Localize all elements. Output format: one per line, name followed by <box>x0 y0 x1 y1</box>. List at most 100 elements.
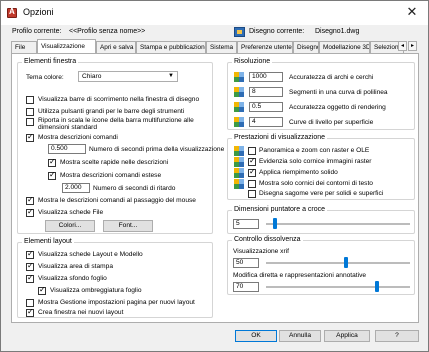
raster-frame-label: Evidenzia solo cornice immagini raster <box>259 158 372 165</box>
tema-colore-select[interactable]: Chiaro ▼ <box>78 71 178 82</box>
tab-modellazione-3d[interactable]: Modellazione 3D <box>319 41 370 53</box>
layout-model-tabs-checkbox[interactable] <box>26 249 34 259</box>
annulla-button[interactable]: Annulla <box>279 330 321 342</box>
ribbon-icons-checkbox[interactable] <box>26 118 34 126</box>
layout-model-tabs-label: Visualizza schede Layout e Modello <box>38 251 143 258</box>
xref-fade-slider-thumb[interactable] <box>344 257 349 268</box>
printable-area-checkbox[interactable] <box>26 261 34 271</box>
polyline-segments-input[interactable]: 8 <box>249 87 283 97</box>
close-icon[interactable]: ✕ <box>404 4 420 20</box>
polyline-segments-icon <box>234 87 244 97</box>
font-button[interactable]: Font... <box>103 220 153 232</box>
pan-zoom-raster-icon <box>234 146 244 156</box>
rollover-tooltips-checkbox[interactable] <box>26 195 34 205</box>
tab-disegno[interactable]: Disegno <box>293 41 319 53</box>
solid-fill-icon <box>234 168 244 178</box>
drawing-file-icon <box>234 27 245 37</box>
solid-fill-checkbox[interactable] <box>248 167 256 177</box>
dissolvenza-title: Controllo dissolvenza <box>232 236 303 243</box>
elementi-layout-title: Elementi layout <box>22 238 74 245</box>
puntatore-title: Dimensioni puntatore a croce <box>232 206 328 213</box>
tema-colore-value: Chiaro <box>82 73 102 80</box>
contour-lines-input[interactable]: 4 <box>249 117 283 127</box>
extended-delay-input[interactable]: 2.000 <box>62 183 90 193</box>
render-smoothness-input[interactable]: 0.5 <box>249 102 283 112</box>
tab-visualizzazione[interactable]: Visualizzazione <box>37 39 96 53</box>
annotative-fade-input[interactable]: 70 <box>233 282 259 292</box>
ribbon-icons-label: Riporta in scala le icone della barra mu… <box>38 117 194 131</box>
risoluzione-title: Risoluzione <box>232 58 273 65</box>
file-tabs-checkbox[interactable] <box>26 207 34 217</box>
tooltip-delay-label: Numero di secondi prima della visualizza… <box>89 146 225 153</box>
shortcuts-tooltips-checkbox[interactable] <box>48 157 56 167</box>
xref-fade-slider[interactable] <box>266 262 410 264</box>
create-viewport-checkbox[interactable] <box>26 307 34 317</box>
tema-colore-label: Tema colore: <box>26 74 64 81</box>
file-tabs-label: Visualizza schede File <box>38 209 104 216</box>
annotative-fade-slider-thumb[interactable] <box>375 281 380 292</box>
annotative-fade-slider[interactable] <box>266 286 410 288</box>
crosshair-size-input[interactable]: 5 <box>233 219 259 229</box>
text-frame-icon <box>234 179 244 189</box>
puntatore-group: Dimensioni puntatore a croce 5 <box>227 206 415 234</box>
elementi-layout-group: Elementi layout Visualizza schede Layout… <box>17 238 213 318</box>
render-smoothness-icon <box>234 102 244 112</box>
applica-button[interactable]: Applica <box>324 330 370 342</box>
dissolvenza-group: Controllo dissolvenza Visualizzazione xr… <box>227 236 415 295</box>
arc-resolution-input[interactable]: 1000 <box>249 72 283 82</box>
window-title: Opzioni <box>23 7 54 17</box>
tab-preferenze-utente[interactable]: Preferenze utente <box>237 41 293 53</box>
printable-area-label: Visualizza area di stampa <box>38 263 114 270</box>
tab-scroll-right-icon[interactable]: ▸ <box>408 41 417 51</box>
colori-button[interactable]: Colori... <box>45 220 95 232</box>
raster-frame-checkbox[interactable] <box>248 156 256 166</box>
xref-fade-label: Visualizzazione xrif <box>233 248 289 255</box>
extended-tooltips-checkbox[interactable] <box>48 170 56 180</box>
scrollbars-checkbox[interactable] <box>26 96 34 104</box>
create-viewport-label: Crea finestra nei nuovi layout <box>38 309 124 316</box>
elementi-finestra-title: Elementi finestra <box>22 58 79 65</box>
tab-sistema[interactable]: Sistema <box>206 41 237 53</box>
tab-file[interactable]: File <box>11 41 37 53</box>
drawing-value: Disegno1.dwg <box>315 28 360 35</box>
profile-value: <<Profilo senza nome>> <box>69 28 146 35</box>
crosshair-slider-thumb[interactable] <box>273 218 277 229</box>
options-dialog: Opzioni ✕ Profilo corrente: <<Profilo se… <box>0 0 429 352</box>
extended-tooltips-label: Mostra descrizioni comandi estese <box>60 172 162 179</box>
large-buttons-checkbox[interactable] <box>26 108 34 116</box>
page-setup-manager-label: Mostra Gestione impostazioni pagina per … <box>38 299 195 306</box>
tooltip-delay-input[interactable]: 0.500 <box>48 144 86 154</box>
help-button[interactable]: ? <box>375 330 419 342</box>
risoluzione-group: Risoluzione 1000 Accuratezza di archi e … <box>227 58 415 130</box>
tab-scroll-left-icon[interactable]: ◂ <box>398 41 407 51</box>
tab-stampa-pubblicazione[interactable]: Stampa e pubblicazione <box>136 41 206 53</box>
shortcuts-tooltips-label: Mostra scelte rapide nelle descrizioni <box>60 159 169 166</box>
tooltips-label: Mostra descrizioni comandi <box>38 134 118 141</box>
prestazioni-group: Prestazioni di visualizzazione Panoramic… <box>227 134 415 200</box>
large-buttons-label: Utilizza pulsanti grandi per le barre de… <box>38 108 185 115</box>
crosshair-size-slider[interactable] <box>266 223 410 225</box>
paper-shadow-label: Visualizza ombreggiatura foglio <box>50 287 142 294</box>
autocad-app-icon <box>7 7 17 18</box>
drawing-label: Disegno corrente: <box>249 28 305 35</box>
contour-lines-icon <box>234 117 244 127</box>
contour-lines-label: Curve di livello per superficie <box>289 119 374 126</box>
true-silhouettes-checkbox[interactable] <box>248 190 256 198</box>
render-smoothness-label: Accuratezza oggetto di rendering <box>289 104 386 111</box>
tooltips-checkbox[interactable] <box>26 132 34 142</box>
visualizzazione-panel: Elementi finestra Tema colore: Chiaro ▼ … <box>11 53 419 323</box>
text-frame-checkbox[interactable] <box>248 180 256 188</box>
paper-shadow-checkbox[interactable] <box>38 285 46 295</box>
scrollbars-label: Visualizza barre di scorrimento nella fi… <box>38 96 200 103</box>
raster-frame-icon <box>234 157 244 167</box>
ok-button[interactable]: OK <box>235 330 277 342</box>
arc-resolution-icon <box>234 72 244 82</box>
pan-zoom-raster-checkbox[interactable] <box>248 147 256 155</box>
rollover-tooltips-label: Mostra le descrizioni comandi al passagg… <box>38 197 196 204</box>
text-frame-label: Mostra solo cornici dei contorni di test… <box>259 180 373 187</box>
tab-apri-e-salva[interactable]: Apri e salva <box>96 41 136 53</box>
xref-fade-input[interactable]: 50 <box>233 258 259 268</box>
extended-delay-label: Numero di secondi di ritardo <box>93 185 176 192</box>
paper-background-checkbox[interactable] <box>26 273 34 283</box>
page-setup-manager-checkbox[interactable] <box>26 299 34 307</box>
